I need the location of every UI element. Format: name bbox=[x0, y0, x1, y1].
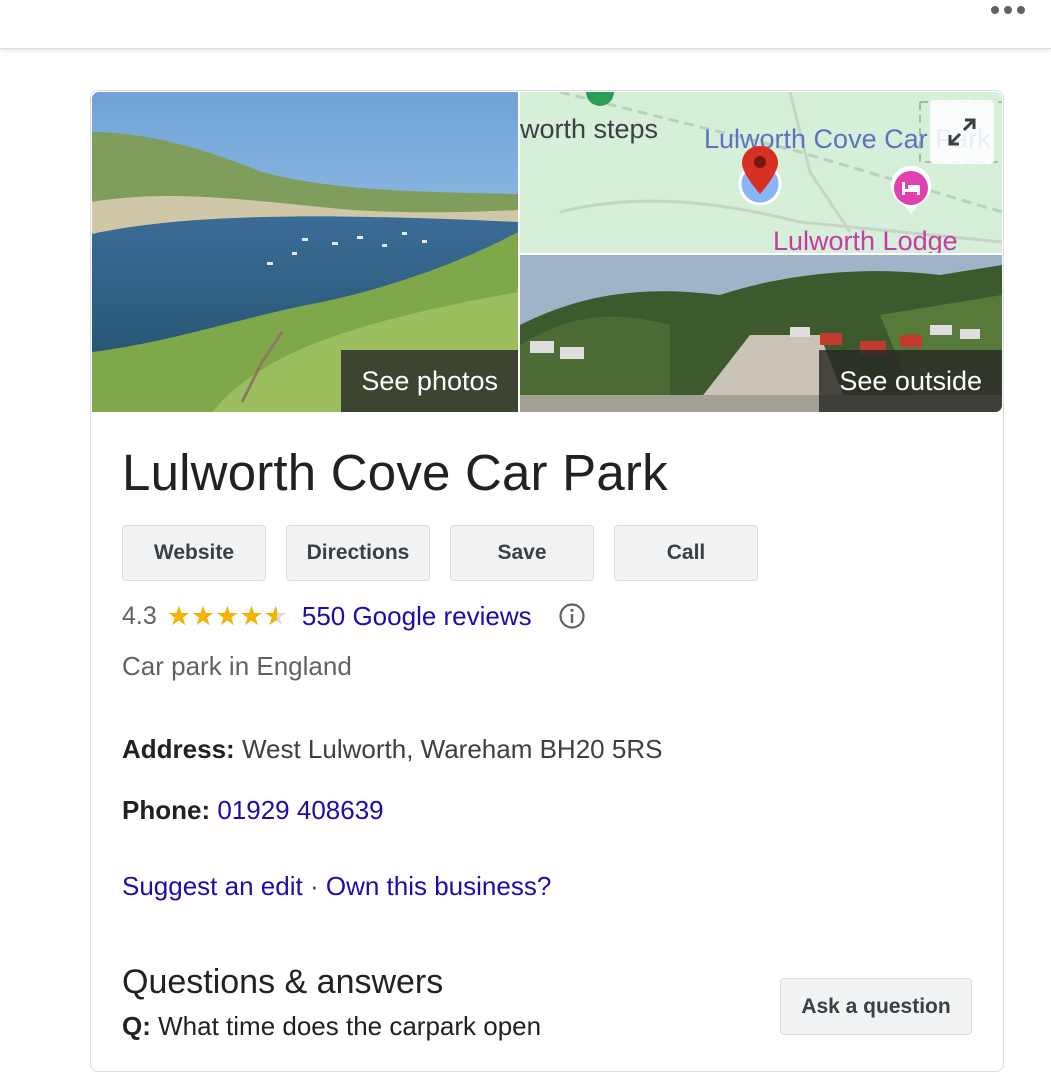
link-separator: · bbox=[309, 871, 319, 901]
address-label: Address: bbox=[122, 734, 235, 764]
phone-row: Phone: 01929 408639 bbox=[122, 795, 384, 826]
knowledge-panel: See photos worth steps Lulworth Cove Car… bbox=[90, 90, 1004, 1072]
half-star-icon: ★ bbox=[263, 600, 288, 631]
action-buttons: Website Directions Save Call bbox=[122, 525, 758, 581]
call-button[interactable]: Call bbox=[614, 525, 758, 581]
map-thumbnail[interactable]: worth steps Lulworth Cove Car Park Lulwo… bbox=[520, 92, 1002, 253]
star-icon: ★ bbox=[190, 600, 216, 631]
address-value: West Lulworth, Wareham BH20 5RS bbox=[241, 734, 663, 764]
more-options-icon[interactable] bbox=[991, 6, 1025, 14]
directions-button[interactable]: Directions bbox=[286, 525, 430, 581]
info-icon[interactable] bbox=[558, 602, 586, 630]
reviews-link[interactable]: 550 Google reviews bbox=[302, 601, 532, 632]
ask-question-button[interactable]: Ask a question bbox=[780, 978, 972, 1035]
question-prefix: Q: bbox=[122, 1011, 151, 1041]
rating-value: 4.3 bbox=[122, 601, 157, 630]
save-button[interactable]: Save bbox=[450, 525, 594, 581]
edit-links: Suggest an edit · Own this business? bbox=[122, 871, 551, 902]
place-category: Car park in England bbox=[122, 651, 352, 681]
star-icon: ★ bbox=[239, 600, 264, 631]
main-photo[interactable]: See photos bbox=[92, 92, 518, 412]
see-photos-button[interactable]: See photos bbox=[341, 350, 518, 412]
question-text: What time does the carpark open bbox=[158, 1011, 542, 1041]
suggest-edit-link[interactable]: Suggest an edit bbox=[122, 871, 303, 901]
star-icon: ★ bbox=[215, 600, 240, 631]
star-rating: ★ ★ ★ ★ ★ bbox=[166, 600, 288, 631]
phone-link[interactable]: 01929 408639 bbox=[217, 795, 383, 825]
star-icon: ★ bbox=[166, 600, 191, 631]
own-business-link[interactable]: Own this business? bbox=[326, 871, 551, 901]
see-outside-button[interactable]: See outside bbox=[819, 350, 1002, 412]
phone-label: Phone: bbox=[122, 795, 211, 825]
place-title: Lulworth Cove Car Park bbox=[122, 444, 668, 501]
top-bar bbox=[0, 0, 1051, 49]
question-item[interactable]: Q: What time does the carpark open bbox=[122, 1011, 541, 1042]
map-pin-icon bbox=[734, 144, 786, 206]
map-label-trail: worth steps bbox=[520, 114, 659, 144]
qa-title: Questions & answers bbox=[122, 963, 444, 1001]
address-row: Address: West Lulworth, Wareham BH20 5RS bbox=[122, 734, 662, 765]
street-view-photo[interactable]: See outside bbox=[520, 255, 1002, 412]
expand-map-icon[interactable] bbox=[930, 100, 994, 164]
rating-row: 4.3 ★ ★ ★ ★ ★ 550 Google reviews bbox=[122, 599, 586, 633]
map-label-lodge: Lulworth Lodge bbox=[773, 226, 958, 253]
hotel-pin-icon bbox=[889, 166, 933, 216]
website-button[interactable]: Website bbox=[122, 525, 266, 581]
